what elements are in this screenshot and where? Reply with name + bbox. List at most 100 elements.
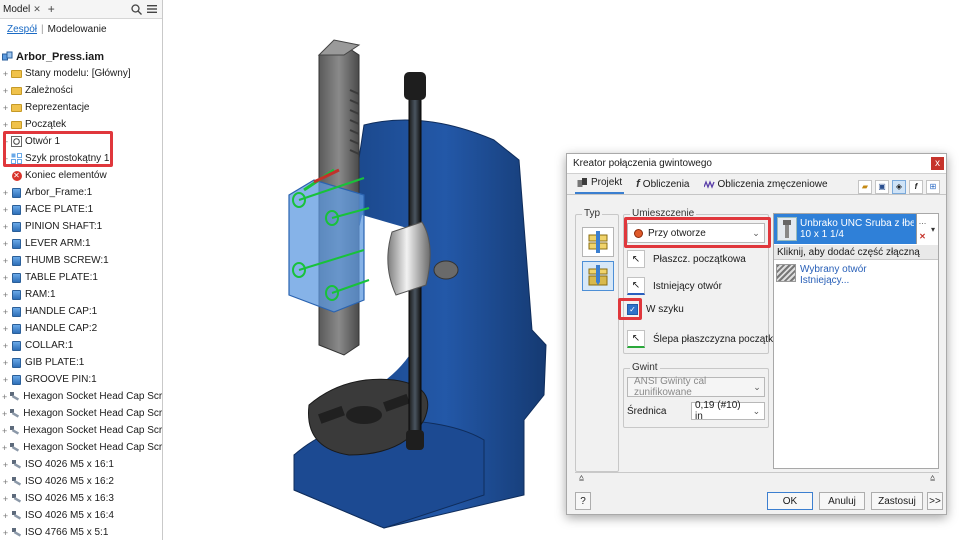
tree-item[interactable]: + GROOVE PIN:1 xyxy=(0,371,162,388)
expander-icon[interactable]: + xyxy=(2,103,9,113)
tree-item[interactable]: + Reprezentacje xyxy=(0,99,162,116)
tree-item[interactable]: + Arbor_Frame:1 xyxy=(0,184,162,201)
ok-button[interactable]: OK xyxy=(767,492,813,510)
pattern-checkbox-row[interactable]: ✓ W szyku xyxy=(627,304,684,315)
collapse-left-icon[interactable]: ⩠ xyxy=(579,473,584,484)
tree-item[interactable]: + Hexagon Socket Head Cap Screw - In xyxy=(0,388,162,405)
add-fastener-hint[interactable]: Kliknij, aby dodać część złączną xyxy=(774,245,938,260)
expander-icon[interactable]: + xyxy=(2,290,9,300)
close-icon[interactable]: ✕ xyxy=(33,4,41,15)
pick-blind-plane[interactable]: ↖ Ślepa płaszczyzna początkowa xyxy=(627,330,791,348)
expander-icon[interactable]: + xyxy=(2,324,9,334)
expander-icon[interactable]: + xyxy=(2,460,9,470)
tree-item[interactable]: + LEVER ARM:1 xyxy=(0,235,162,252)
selected-hole-item[interactable]: Wybrany otwór Istniejący... xyxy=(776,264,867,286)
tab-design[interactable]: Projekt xyxy=(575,177,625,194)
tree-item[interactable]: + PINION SHAFT:1 xyxy=(0,218,162,235)
help-button[interactable]: ? xyxy=(575,492,591,510)
blind-bolt-type-button[interactable] xyxy=(582,261,614,291)
component-dropdown-icon[interactable]: ▾ xyxy=(928,214,938,244)
dialog-titlebar: Kreator połączenia gwintowego xyxy=(567,154,946,174)
tree-item[interactable]: + Szyk prostokątny 1 xyxy=(0,150,162,167)
expander-icon[interactable]: + xyxy=(2,341,9,351)
tree-item[interactable]: + Hexagon Socket Head Cap Screw - In xyxy=(0,422,162,439)
expander-icon[interactable]: + xyxy=(2,426,7,436)
tree-item[interactable]: + GIB PLATE:1 xyxy=(0,354,162,371)
tree-item[interactable]: + FACE PLATE:1 xyxy=(0,201,162,218)
expander-icon[interactable]: + xyxy=(2,477,9,487)
expander-icon[interactable]: + xyxy=(2,222,9,232)
placement-dropdown[interactable]: Przy otworze ⌄ xyxy=(627,223,765,243)
expander-icon[interactable]: + xyxy=(2,256,9,266)
search-icon[interactable] xyxy=(131,3,142,15)
apply-button[interactable]: Zastosuj xyxy=(871,492,923,510)
tree-view-icon[interactable]: ⊞ xyxy=(926,180,940,194)
tree-item[interactable]: + Zależności xyxy=(0,82,162,99)
add-tab-icon[interactable]: + xyxy=(48,2,55,16)
diameter-dropdown[interactable]: 0,19 (#10) in ⌄ xyxy=(691,400,765,422)
mode-modeling[interactable]: Modelowanie xyxy=(48,24,107,35)
tree-item[interactable]: + ISO 4026 M5 x 16:1 xyxy=(0,456,162,473)
pick-existing-hole[interactable]: ↖ Istniejący otwór xyxy=(627,277,722,295)
expander-icon[interactable]: + xyxy=(2,307,9,317)
tab-fatigue[interactable]: Obliczenia zmęczeniowe xyxy=(702,179,830,194)
expander-icon[interactable]: + xyxy=(2,120,9,130)
tree-item[interactable]: + Otwór 1 xyxy=(0,133,162,150)
expander-icon[interactable]: + xyxy=(2,392,7,402)
tree-item[interactable]: + HANDLE CAP:2 xyxy=(0,320,162,337)
cancel-button[interactable]: Anuluj xyxy=(819,492,865,510)
tree-item[interactable]: + ISO 4026 M5 x 16:2 xyxy=(0,473,162,490)
tree-item-label: ISO 4026 M5 x 16:1 xyxy=(25,459,114,470)
expand-button[interactable]: >> xyxy=(927,492,943,510)
options-icon[interactable]: ◈ xyxy=(892,180,906,194)
chevron-down-icon: ⌄ xyxy=(752,405,761,416)
expander-icon[interactable]: + xyxy=(2,409,7,419)
tree-item[interactable]: + Początek xyxy=(0,116,162,133)
tree-item[interactable]: ✕ Koniec elementów xyxy=(0,167,162,184)
tree-item[interactable]: + ISO 4026 M5 x 16:4 xyxy=(0,507,162,524)
expander-icon[interactable]: + xyxy=(2,528,9,538)
fx-toolbar-icon[interactable]: f xyxy=(909,180,923,194)
selected-component[interactable]: Unbrako UNC Śruba z łbem wa... 10 x 1 1/… xyxy=(774,214,938,244)
through-bolt-type-button[interactable] xyxy=(582,227,614,257)
open-icon[interactable]: ▰ xyxy=(858,180,872,194)
expander-icon[interactable]: + xyxy=(2,273,9,283)
expander-icon[interactable]: + xyxy=(2,375,9,385)
tree-item[interactable]: + ISO 4026 M5 x 16:3 xyxy=(0,490,162,507)
expander-icon[interactable]: + xyxy=(2,188,9,198)
save-icon[interactable]: ▣ xyxy=(875,180,889,194)
tree-item[interactable]: + Hexagon Socket Head Cap Screw - In xyxy=(0,439,162,456)
tree-item[interactable]: + HANDLE CAP:1 xyxy=(0,303,162,320)
tree-item[interactable]: + COLLAR:1 xyxy=(0,337,162,354)
pick-start-plane[interactable]: ↖ Płaszcz. początkowa xyxy=(627,250,746,268)
expander-icon[interactable]: + xyxy=(2,86,9,96)
dialog-close-button[interactable]: x xyxy=(931,157,944,170)
menu-icon[interactable] xyxy=(147,4,157,14)
expander-icon[interactable]: + xyxy=(2,511,9,521)
tree-item[interactable]: + Hexagon Socket Head Cap Screw - In xyxy=(0,405,162,422)
expander-icon[interactable]: + xyxy=(2,137,9,147)
dialog-resize-strip[interactable]: ⩠ ⩠ xyxy=(575,472,939,484)
tree-item[interactable]: + TABLE PLATE:1 xyxy=(0,269,162,286)
3d-viewport[interactable] xyxy=(164,0,566,540)
expander-icon[interactable]: + xyxy=(2,69,9,79)
expander-icon[interactable]: + xyxy=(2,358,9,368)
collapse-right-icon[interactable]: ⩠ xyxy=(930,473,935,484)
tree-item[interactable]: + RAM:1 xyxy=(0,286,162,303)
pattern-checkbox[interactable]: ✓ xyxy=(627,304,638,315)
mode-assembly[interactable]: Zespół xyxy=(7,24,37,35)
mode-separator: | xyxy=(41,23,44,35)
delete-icon[interactable]: ✕ xyxy=(919,232,926,241)
expander-icon[interactable]: + xyxy=(2,443,7,453)
tree-item[interactable]: + Stany modelu: [Główny] xyxy=(0,65,162,82)
tree-item[interactable]: + ISO 4766 M5 x 5:1 xyxy=(0,524,162,540)
browser-tab-model[interactable]: Model ✕ xyxy=(3,4,46,15)
expander-icon[interactable]: + xyxy=(2,205,9,215)
more-options-icon[interactable]: … xyxy=(919,217,927,226)
tab-calculation[interactable]: f Obliczenia xyxy=(634,178,691,194)
expander-icon[interactable]: + xyxy=(2,154,9,164)
expander-icon[interactable]: + xyxy=(2,494,9,504)
tree-root-node[interactable]: Arbor_Press.iam xyxy=(0,48,162,65)
expander-icon[interactable]: + xyxy=(2,239,9,249)
tree-item[interactable]: + THUMB SCREW:1 xyxy=(0,252,162,269)
